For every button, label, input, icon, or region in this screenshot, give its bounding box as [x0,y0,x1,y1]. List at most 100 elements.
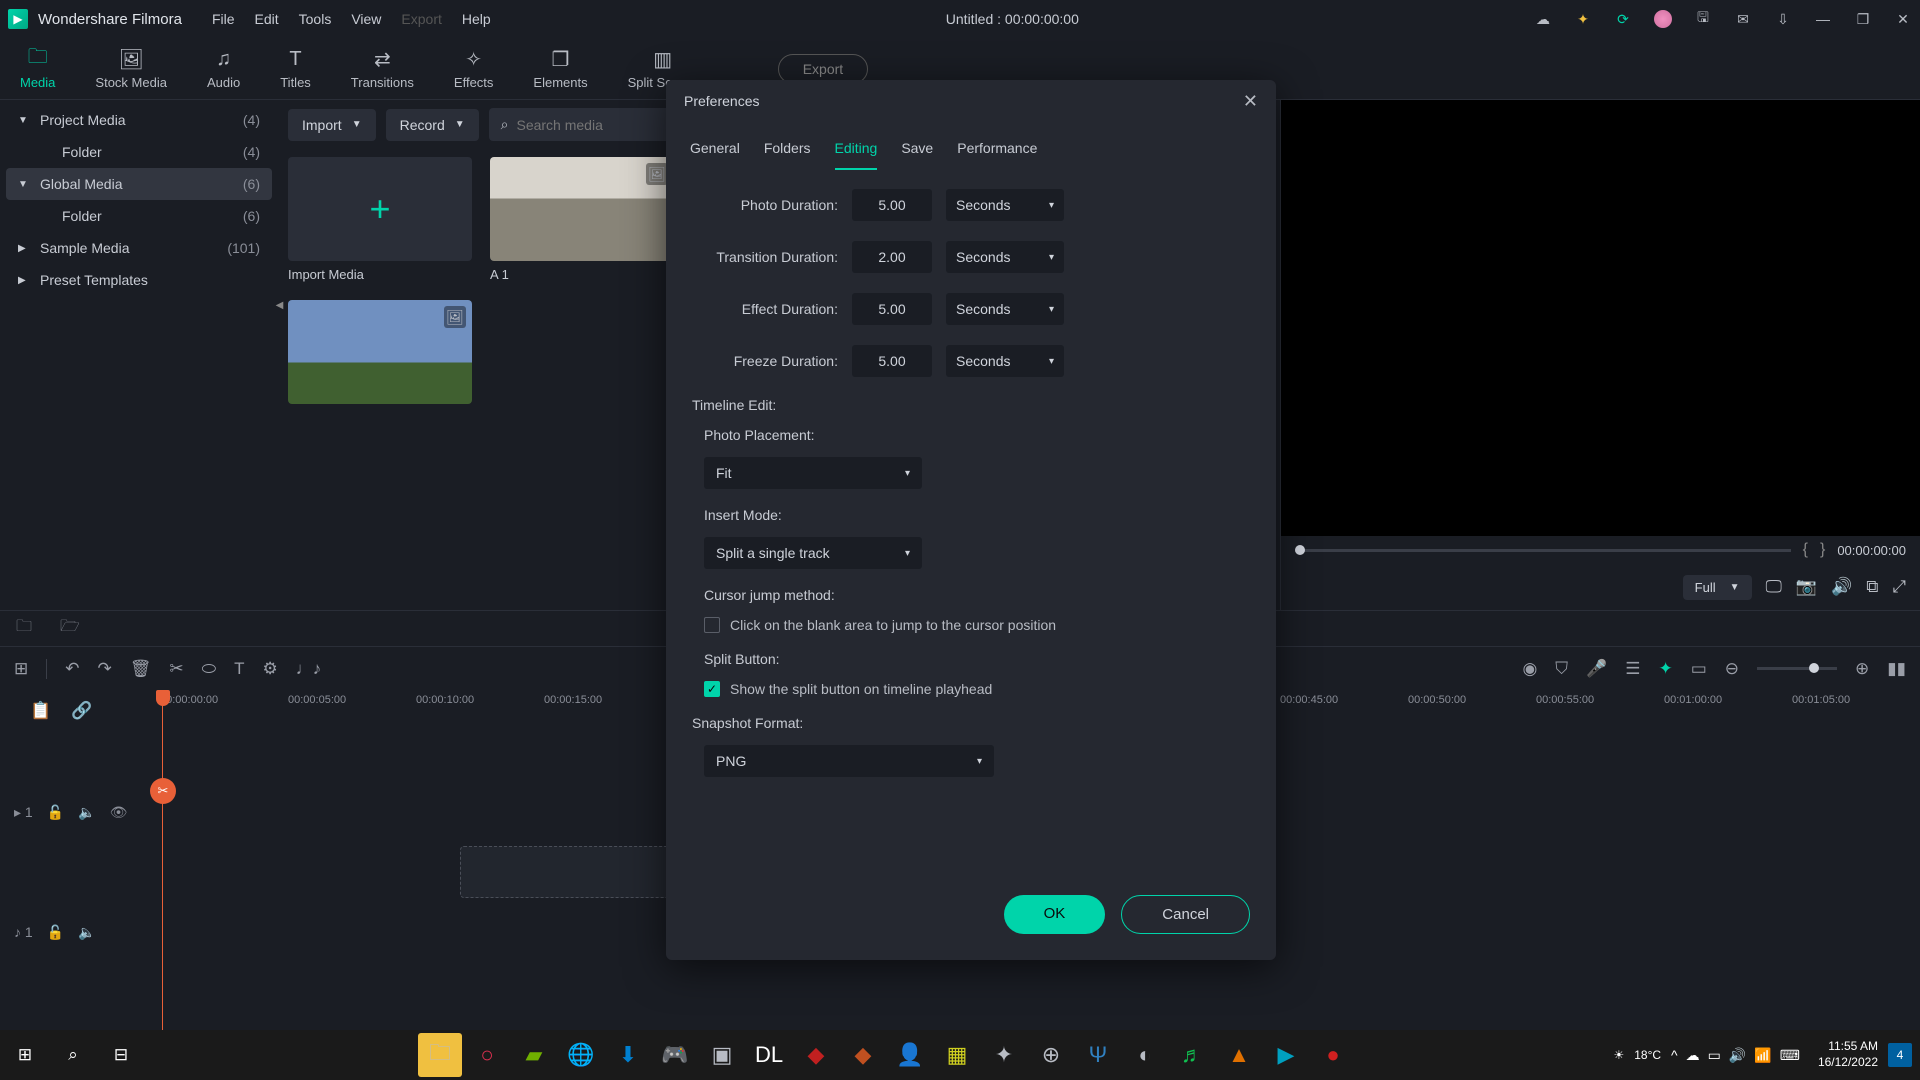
adjust-icon[interactable]: ⚙ [263,659,278,679]
tray-ime-icon[interactable]: ⌨ [1780,1047,1800,1064]
playhead-knob-icon[interactable] [156,690,170,706]
menu-file[interactable]: File [212,11,235,27]
folder-icon[interactable]: 🗁 [60,615,80,642]
mixer-icon[interactable]: ☰ [1625,659,1640,679]
preview-scrubber[interactable] [1295,549,1791,552]
mute-icon[interactable]: 🔈 [78,804,95,821]
media-item[interactable]: 🖼A 1 [490,157,674,282]
taskbar-app[interactable]: ▲ [1217,1033,1261,1077]
save-icon[interactable]: 🖫 [1694,10,1712,28]
taskbar-app[interactable]: 🗀 [418,1033,462,1077]
search-icon[interactable]: ⌕ [56,1038,90,1072]
taskbar-app[interactable]: ⊕ [1029,1033,1073,1077]
mark-out-icon[interactable]: } [1820,541,1825,559]
menu-edit[interactable]: Edit [255,11,279,27]
start-icon[interactable]: ⊞ [8,1038,42,1072]
sidebar-item-sample-media[interactable]: ▶Sample Media(101) [6,232,272,264]
sidebar-item-preset-templates[interactable]: ▶Preset Templates [6,264,272,296]
photo-duration-input[interactable] [852,189,932,221]
record-dropdown[interactable]: Record▼ [386,109,479,141]
mail-icon[interactable]: ✉ [1734,10,1752,28]
fullscreen-icon[interactable]: ⤢ [1892,577,1906,597]
import-dropdown[interactable]: Import▼ [288,109,376,141]
shield-icon[interactable]: ⛉ [1555,659,1568,679]
taskbar-app[interactable]: ♬ [1170,1033,1214,1077]
taskbar-app[interactable]: ◆ [794,1033,838,1077]
mark-in-icon[interactable]: { [1803,541,1808,559]
playhead-split-icon[interactable]: ✂ [150,778,176,804]
lock-icon[interactable]: 🔓 [47,804,64,821]
marker-icon[interactable]: ✦ [1658,659,1672,679]
close-icon[interactable]: ✕ [1894,10,1912,28]
cancel-button[interactable]: Cancel [1121,895,1250,934]
tab-elements[interactable]: ❐Elements [513,39,607,98]
close-icon[interactable]: ✕ [1243,91,1258,112]
task-view-icon[interactable]: ⊟ [104,1038,138,1072]
transition-duration-input[interactable] [852,241,932,273]
taskbar-app[interactable]: ● [1311,1033,1355,1077]
menu-tools[interactable]: Tools [299,11,332,27]
redo-icon[interactable]: ↷ [98,659,112,679]
tab-media[interactable]: 🗀Media [0,39,75,98]
taskbar-app[interactable]: ◆ [841,1033,885,1077]
photo-placement-select[interactable]: Fit▾ [704,457,922,489]
fit-icon[interactable]: ▮▮ [1887,659,1906,679]
minimize-icon[interactable]: — [1814,10,1832,28]
taskbar-app[interactable]: ▶ [1264,1033,1308,1077]
tab-audio[interactable]: ♫Audio [187,39,260,98]
taskbar-app[interactable]: ▦ [935,1033,979,1077]
new-folder-icon[interactable]: 🗀 [16,615,32,642]
photo-duration-unit-select[interactable]: Seconds▾ [946,189,1064,221]
undo-icon[interactable]: ↶ [65,659,79,679]
mute-icon[interactable]: 🔈 [78,924,95,941]
cursor-jump-checkbox[interactable] [704,617,720,633]
zoom-out-icon[interactable]: ⊖ [1725,659,1739,679]
render-icon[interactable]: ◉ [1522,659,1537,679]
tray-battery-icon[interactable]: ▭ [1708,1047,1721,1064]
media-import-tile[interactable]: +Import Media [288,157,472,282]
popout-icon[interactable]: ⧉ [1866,577,1878,597]
download-icon[interactable]: ⇩ [1774,10,1792,28]
tab-effects[interactable]: ✧Effects [434,39,514,98]
zoom-slider[interactable] [1757,667,1837,670]
insert-mode-select[interactable]: Split a single track▾ [704,537,922,569]
tray-wifi-icon[interactable]: 📶 [1754,1047,1771,1064]
menu-help[interactable]: Help [462,11,491,27]
ok-button[interactable]: OK [1004,895,1106,934]
sidebar-item-global-media[interactable]: ▼Global Media(6) [6,168,272,200]
tray-onedrive-icon[interactable]: ☁ [1686,1047,1700,1064]
export-button[interactable]: Export [778,54,868,84]
tab-transitions[interactable]: ⇄Transitions [331,39,434,98]
idea-icon[interactable]: ✦ [1574,10,1592,28]
tab-editing[interactable]: Editing [835,132,878,170]
freeze-duration-input[interactable] [852,345,932,377]
taskbar-app[interactable]: 🌐 [559,1033,603,1077]
tab-save[interactable]: Save [901,132,933,170]
sidebar-item-project-media[interactable]: ▼Project Media(4) [6,104,272,136]
taskbar-app[interactable]: ✦ [982,1033,1026,1077]
equalizer-icon[interactable]: ♩♪ [296,659,322,679]
account-icon[interactable] [1654,10,1672,28]
taskbar-app[interactable]: 👤 [888,1033,932,1077]
taskbar-clock[interactable]: 11:55 AM 16/12/2022 [1818,1039,1878,1070]
link-icon[interactable]: 🔗 [71,701,92,721]
delete-icon[interactable]: 🗑 [130,659,152,679]
preview-quality-select[interactable]: Full▼ [1683,575,1752,600]
playhead[interactable]: ✂ [162,690,163,1062]
tab-stock-media[interactable]: 🖼Stock Media [75,39,187,98]
grid-icon[interactable]: ⊞ [14,659,28,679]
cut-icon[interactable]: ✂ [169,659,183,679]
sidebar-item-folder-1[interactable]: Folder(4) [6,136,272,168]
taskbar-app[interactable]: ◐ [1123,1033,1167,1077]
snapshot-icon[interactable]: 📷 [1796,577,1817,597]
taskbar-app[interactable]: ⬇ [606,1033,650,1077]
display-icon[interactable]: 🖵 [1766,577,1782,597]
headset-icon[interactable]: ⟳ [1614,10,1632,28]
volume-icon[interactable]: 🔊 [1831,577,1852,597]
tab-titles[interactable]: TTitles [260,39,331,98]
taskbar-app[interactable]: ○ [465,1033,509,1077]
tab-folders[interactable]: Folders [764,132,811,170]
maximize-icon[interactable]: ❐ [1854,10,1872,28]
tray-volume-icon[interactable]: 🔊 [1729,1047,1746,1064]
taskbar-app[interactable]: Ψ [1076,1033,1120,1077]
